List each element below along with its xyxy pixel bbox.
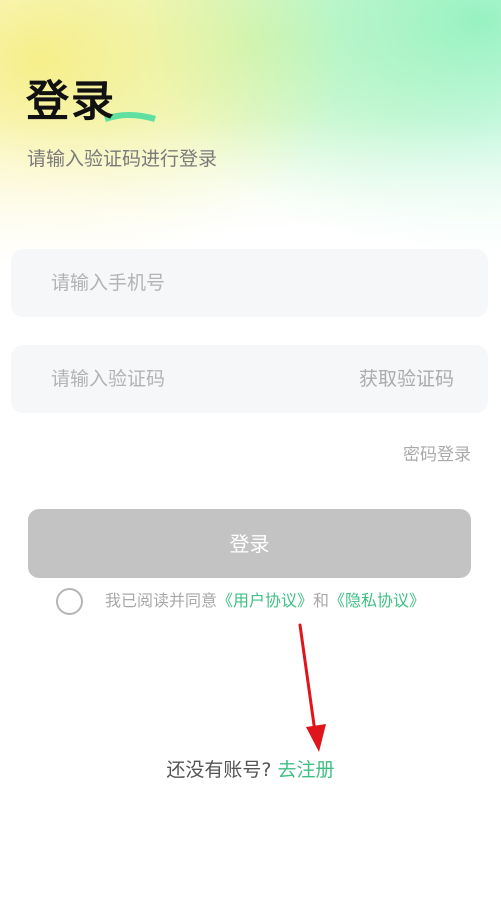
code-field-container: 获取验证码 (11, 345, 488, 413)
verification-code-input[interactable] (51, 345, 321, 413)
phone-field-container (11, 249, 488, 317)
agreement-conjunction: 和 (313, 591, 330, 610)
page-title: 登录 (26, 77, 116, 127)
get-code-button[interactable]: 获取验证码 (359, 345, 454, 413)
register-row: 还没有账号? 去注册 (0, 756, 501, 784)
login-button[interactable]: 登录 (28, 509, 471, 578)
agreement-prefix: 我已阅读并同意 (105, 591, 218, 610)
register-prompt: 还没有账号? (166, 759, 278, 781)
privacy-policy-link[interactable]: 《隐私协议》 (329, 591, 425, 610)
user-agreement-link[interactable]: 《用户协议》 (217, 591, 313, 610)
agreement-checkbox[interactable] (56, 588, 83, 615)
phone-input[interactable] (51, 249, 471, 317)
page-subtitle: 请输入验证码进行登录 (27, 148, 218, 170)
title-block: 登录 (26, 72, 156, 132)
password-login-link[interactable]: 密码登录 (403, 443, 471, 467)
agreement-text: 我已阅读并同意《用户协议》和《隐私协议》 (105, 587, 425, 615)
register-link[interactable]: 去注册 (278, 759, 335, 781)
